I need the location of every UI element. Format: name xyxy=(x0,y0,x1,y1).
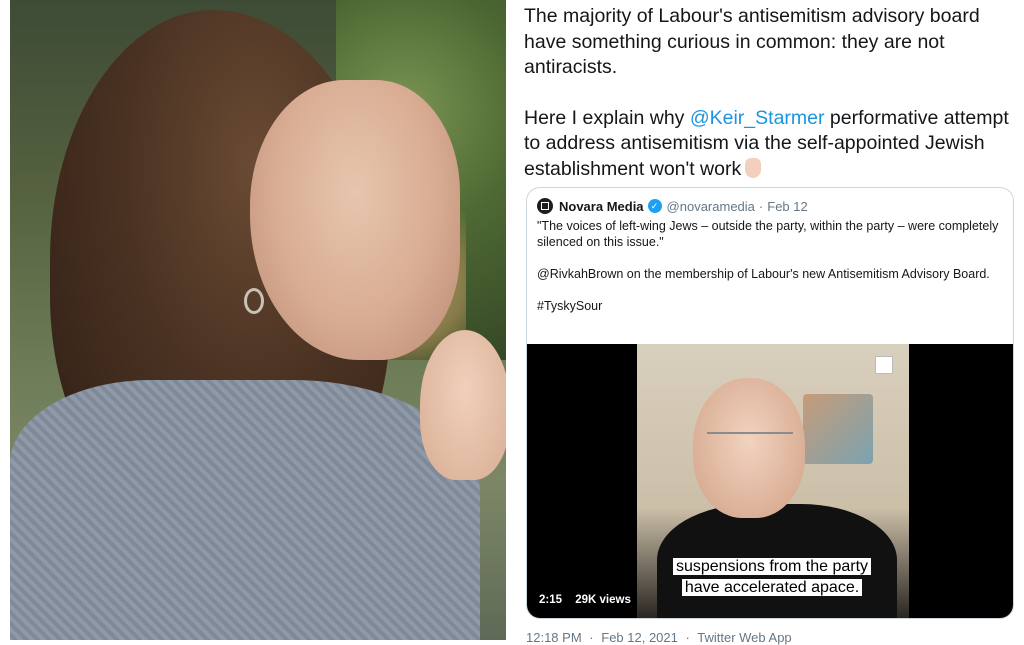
video-caption-line-1: suspensions from the party xyxy=(672,558,872,575)
quoted-tweet-header: Novara Media ✓ @novaramedia · Feb 12 xyxy=(527,188,1013,214)
backhand-index-pointing-down-icon xyxy=(745,157,762,178)
quoted-author-handle[interactable]: @novaramedia xyxy=(667,199,755,214)
video-person-glasses xyxy=(707,432,793,456)
video-player[interactable]: suspensions from the party have accelera… xyxy=(527,344,1013,618)
portrait-photo xyxy=(10,0,506,640)
video-logo-icon xyxy=(875,356,893,374)
video-caption: suspensions from the party have accelera… xyxy=(667,556,877,598)
tweet-paragraph-2: Here I explain why @Keir_Starmer perform… xyxy=(524,106,1014,183)
tweet-time[interactable]: 12:18 PM xyxy=(526,630,582,645)
verified-badge-icon: ✓ xyxy=(647,199,662,213)
quoted-date[interactable]: Feb 12 xyxy=(767,199,807,214)
tweet-panel: The majority of Labour's antisemitism ad… xyxy=(524,0,1014,645)
novara-avatar-icon[interactable] xyxy=(537,198,553,214)
quoted-paragraph-2: @RivkahBrown on the membership of Labour… xyxy=(537,267,990,281)
footer-separator-2: · xyxy=(685,630,690,645)
video-duration: 2:15 xyxy=(539,594,563,606)
video-frame: suspensions from the party have accelera… xyxy=(637,344,909,618)
header-separator: · xyxy=(758,198,764,214)
quoted-paragraph-3: #TyskySour xyxy=(537,299,603,313)
tweet-client[interactable]: Twitter Web App xyxy=(697,630,791,645)
tweet-text-prefix: Here I explain why xyxy=(524,106,690,129)
quoted-tweet-body: "The voices of left-wing Jews – outside … xyxy=(527,214,1013,314)
portrait-earring xyxy=(244,288,264,314)
portrait-shirt xyxy=(10,380,480,640)
video-stats: 2:15 29K views xyxy=(539,594,641,606)
quoted-author-name[interactable]: Novara Media xyxy=(559,199,644,214)
video-caption-line-2: have accelerated apace. xyxy=(681,579,863,596)
tweet-footer: 12:18 PM · Feb 12, 2021 · Twitter Web Ap… xyxy=(526,630,796,645)
tweet-text: The majority of Labour's antisemitism ad… xyxy=(524,0,1014,182)
quoted-tweet[interactable]: Novara Media ✓ @novaramedia · Feb 12 "Th… xyxy=(526,187,1014,619)
tweet-date[interactable]: Feb 12, 2021 xyxy=(601,630,678,645)
mention-link[interactable]: @Keir_Starmer xyxy=(690,107,825,129)
video-views: 29K views xyxy=(575,594,631,606)
video-wall-art xyxy=(803,394,873,464)
portrait-face xyxy=(250,80,460,360)
tweet-paragraph-1: The majority of Labour's antisemitism ad… xyxy=(524,5,980,78)
portrait-hand xyxy=(420,330,506,480)
quoted-paragraph-1: "The voices of left-wing Jews – outside … xyxy=(537,219,999,249)
footer-separator: · xyxy=(589,630,594,645)
